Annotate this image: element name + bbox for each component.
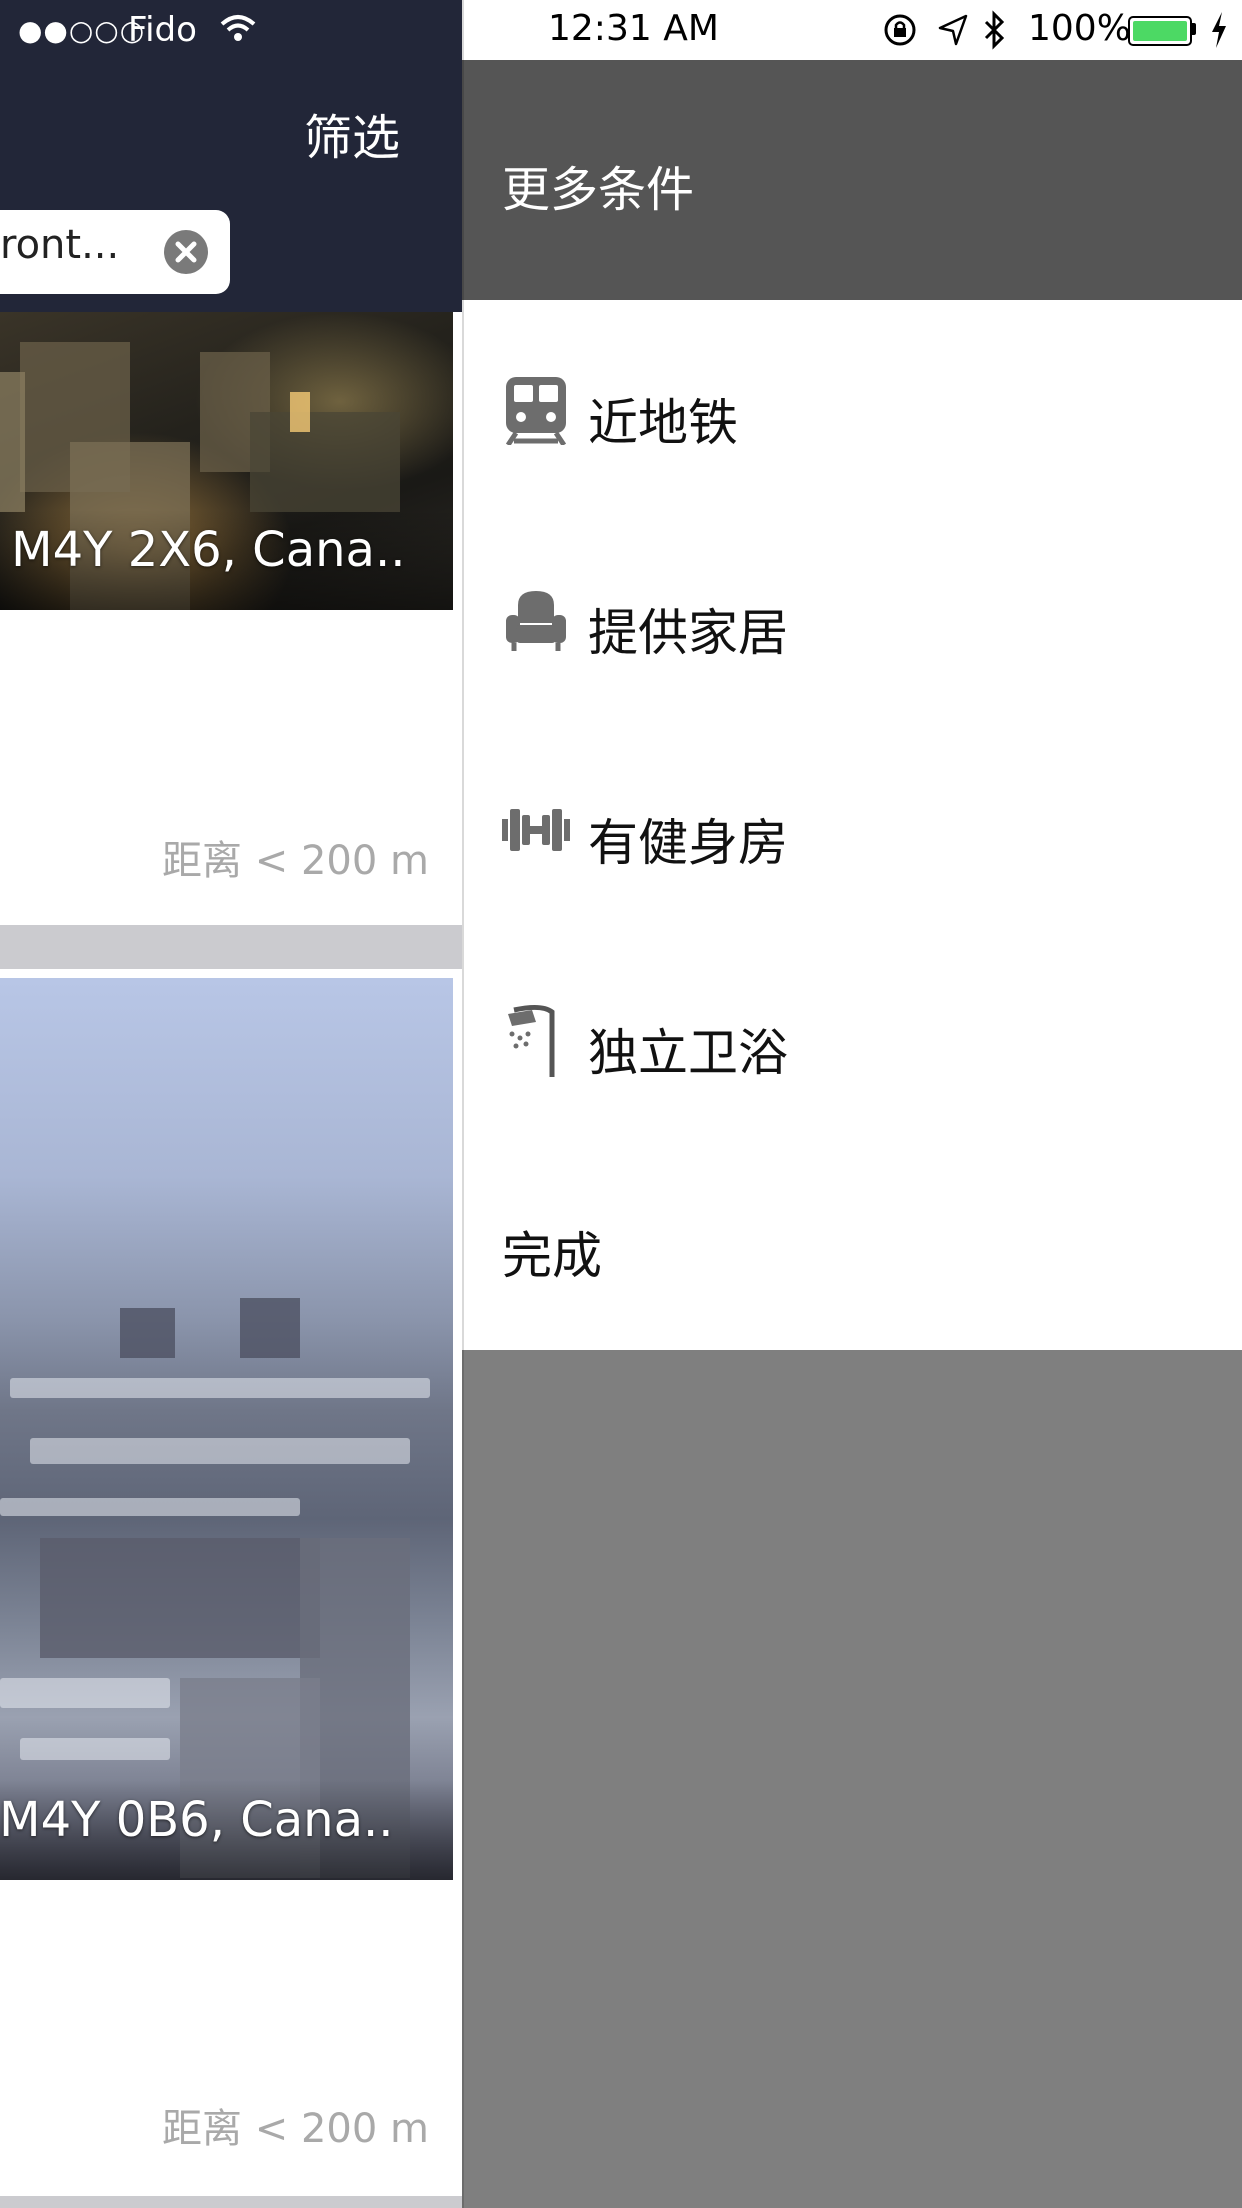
filter-option-subway[interactable]: 近地铁 bbox=[462, 335, 1242, 485]
filter-option-furnished[interactable]: 提供家居 bbox=[462, 545, 1242, 695]
filter-option-label: 近地铁 bbox=[588, 394, 738, 452]
battery-percent: 100% bbox=[1028, 8, 1131, 49]
charging-icon bbox=[1208, 10, 1230, 54]
filter-option-label: 提供家居 bbox=[588, 604, 788, 662]
location-icon bbox=[936, 12, 970, 52]
listing-distance: 距离 < 200 m bbox=[162, 838, 429, 884]
battery-icon bbox=[1128, 16, 1192, 46]
armchair-icon bbox=[506, 591, 566, 651]
listing-screen: ●●○○○ Fido 筛选 ront... N M4Y 2X6, Cana.. … bbox=[0, 0, 462, 2208]
shower-icon bbox=[508, 1004, 555, 1077]
listing-separator bbox=[0, 2196, 462, 2208]
wifi-icon bbox=[220, 15, 256, 41]
listing-separator bbox=[0, 925, 462, 969]
filter-button[interactable]: 筛选 bbox=[304, 98, 400, 168]
search-chip-text: ront... bbox=[0, 222, 120, 268]
filter-option-label: 有健身房 bbox=[588, 814, 788, 872]
carrier-name: Fido bbox=[128, 10, 197, 50]
listing-distance: 距离 < 200 m bbox=[162, 2106, 429, 2152]
battery-tip bbox=[1192, 23, 1196, 35]
listing-separator-gap bbox=[0, 969, 462, 978]
navigation-bar: 筛选 bbox=[0, 60, 462, 192]
filter-option-gym[interactable]: 有健身房 bbox=[462, 755, 1242, 905]
subway-icon bbox=[505, 377, 567, 445]
drawer-empty-area bbox=[462, 1350, 1242, 2208]
bluetooth-icon bbox=[982, 10, 1008, 54]
filter-option-private-bath[interactable]: 独立卫浴 bbox=[462, 965, 1242, 1115]
done-button[interactable]: 完成 bbox=[502, 1216, 602, 1288]
drawer-title: 更多条件 bbox=[502, 162, 695, 218]
filter-option-label: 独立卫浴 bbox=[588, 1024, 788, 1082]
clear-search-icon[interactable] bbox=[164, 230, 208, 274]
drawer-edge-shadow bbox=[462, 0, 464, 2208]
status-time: 12:31 AM bbox=[548, 8, 719, 49]
listing-photo[interactable] bbox=[0, 978, 453, 1880]
listing-address: N M4Y 0B6, Cana.. bbox=[0, 1792, 394, 1848]
listing-address: N M4Y 2X6, Cana.. bbox=[0, 522, 406, 578]
rotation-lock-icon bbox=[880, 10, 920, 54]
battery-fill bbox=[1133, 21, 1187, 41]
dumbbell-icon bbox=[502, 809, 570, 851]
status-bar-left: ●●○○○ Fido bbox=[0, 0, 462, 60]
signal-strength-icon: ●●○○○ bbox=[18, 14, 146, 47]
